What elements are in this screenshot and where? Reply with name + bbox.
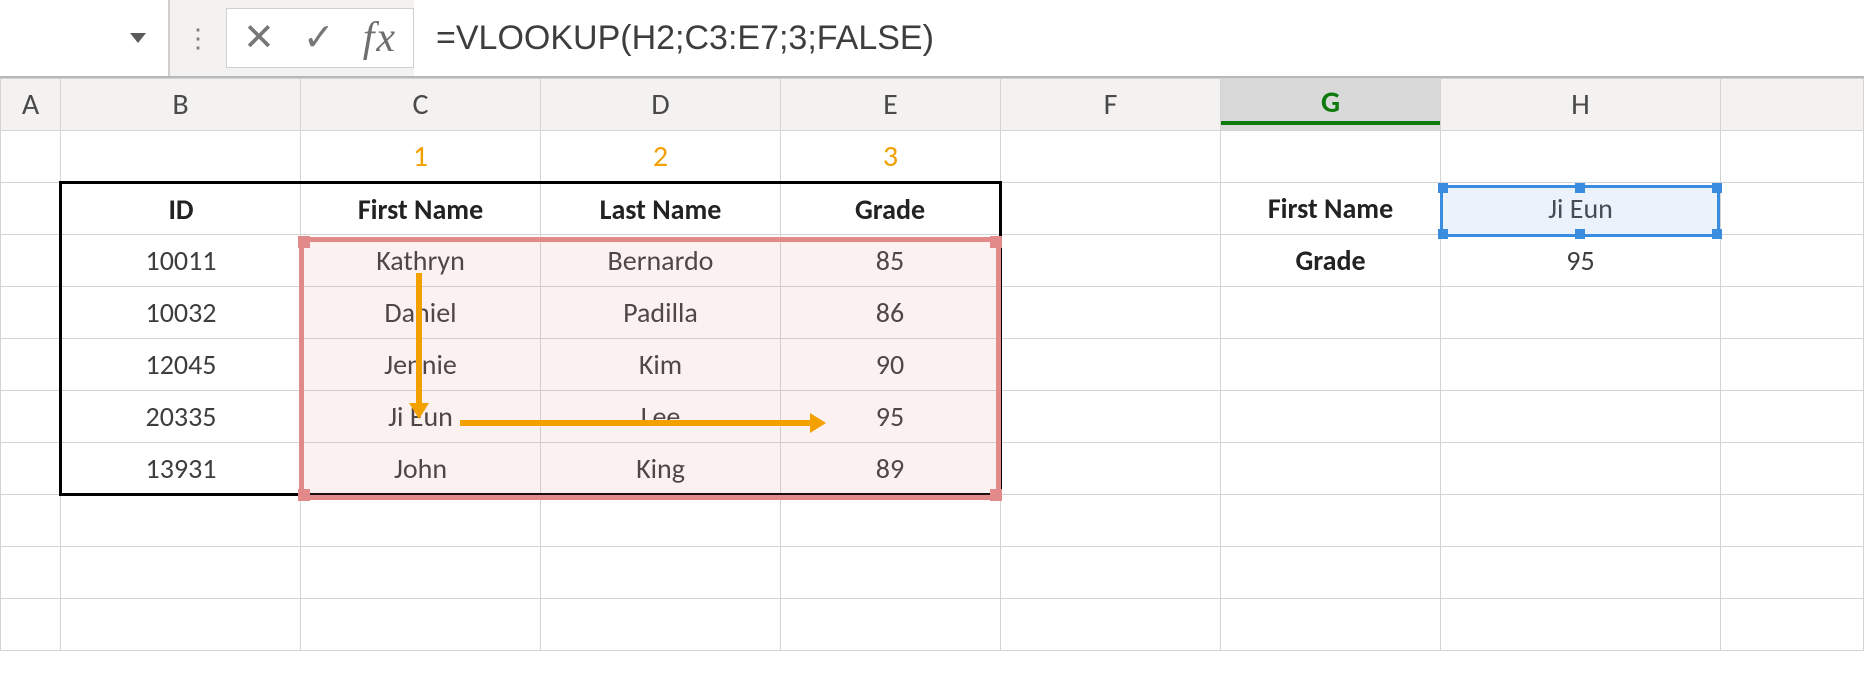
divider-dots: ⋮ [170,0,226,76]
table-row[interactable]: 1 2 3 [1,131,1864,183]
cell-id[interactable]: 20335 [61,391,301,443]
cell-first[interactable]: Ji Eun [301,391,541,443]
cell-grade[interactable]: 89 [781,443,1001,495]
cell-id[interactable]: 10032 [61,287,301,339]
lookup-first-name-value[interactable]: Ji Eun [1441,183,1721,235]
cell-last[interactable]: Padilla [541,287,781,339]
table-row[interactable]: 13931 John King 89 [1,443,1864,495]
lookup-grade-value[interactable]: 95 [1441,235,1721,287]
index-label-3: 3 [781,131,1001,183]
cell-grade[interactable]: 86 [781,287,1001,339]
formula-bar: ⋮ ✕ ✓ fx [0,0,1864,78]
table-row[interactable]: 12045 Jennie Kim 90 [1,339,1864,391]
cancel-icon[interactable]: ✕ [243,19,275,57]
cell-grade[interactable]: 85 [781,235,1001,287]
col-header-c[interactable]: C [301,79,541,131]
cell-first[interactable]: Jennie [301,339,541,391]
table-row[interactable]: 10032 Daniel Padilla 86 [1,287,1864,339]
table-row[interactable]: 20335 Ji Eun Lee 95 [1,391,1864,443]
col-header-blank [1721,79,1864,131]
col-header-g[interactable]: G [1221,79,1441,131]
cell-last[interactable]: Kim [541,339,781,391]
cell-first[interactable]: Kathryn [301,235,541,287]
cell-id[interactable]: 12045 [61,339,301,391]
index-label-2: 2 [541,131,781,183]
cell-id[interactable]: 10011 [61,235,301,287]
header-id: ID [61,183,301,235]
lookup-grade-label: Grade [1221,235,1441,287]
cell-grade[interactable]: 90 [781,339,1001,391]
col-header-d[interactable]: D [541,79,781,131]
name-box-dropdown-icon[interactable] [130,33,146,43]
table-row[interactable]: 10011 Kathryn Bernardo 85 Grade 95 [1,235,1864,287]
fx-icon[interactable]: fx [363,14,397,62]
formula-input[interactable] [414,0,1864,76]
cell-first[interactable]: Daniel [301,287,541,339]
table-row[interactable] [1,495,1864,547]
column-headers: A B C D E F G H [1,79,1864,131]
cell-grade[interactable]: 95 [781,391,1001,443]
col-header-b[interactable]: B [61,79,301,131]
table-row[interactable] [1,547,1864,599]
col-header-a[interactable]: A [1,79,61,131]
index-label-1: 1 [301,131,541,183]
lookup-first-name-label: First Name [1221,183,1441,235]
table-row[interactable]: ID First Name Last Name Grade First Name… [1,183,1864,235]
formula-controls: ✕ ✓ fx [226,8,414,68]
col-header-e[interactable]: E [781,79,1001,131]
cell-id[interactable]: 13931 [61,443,301,495]
col-header-f[interactable]: F [1001,79,1221,131]
header-grade: Grade [781,183,1001,235]
header-first-name: First Name [301,183,541,235]
cell-first[interactable]: John [301,443,541,495]
confirm-icon[interactable]: ✓ [303,19,335,57]
cell-last[interactable]: King [541,443,781,495]
cell-last[interactable]: Bernardo [541,235,781,287]
col-header-h[interactable]: H [1441,79,1721,131]
spreadsheet-grid[interactable]: A B C D E F G H 1 2 3 ID First Name Last… [0,78,1864,697]
header-last-name: Last Name [541,183,781,235]
cell-last[interactable]: Lee [541,391,781,443]
name-box[interactable] [0,0,170,76]
table-row[interactable] [1,599,1864,651]
